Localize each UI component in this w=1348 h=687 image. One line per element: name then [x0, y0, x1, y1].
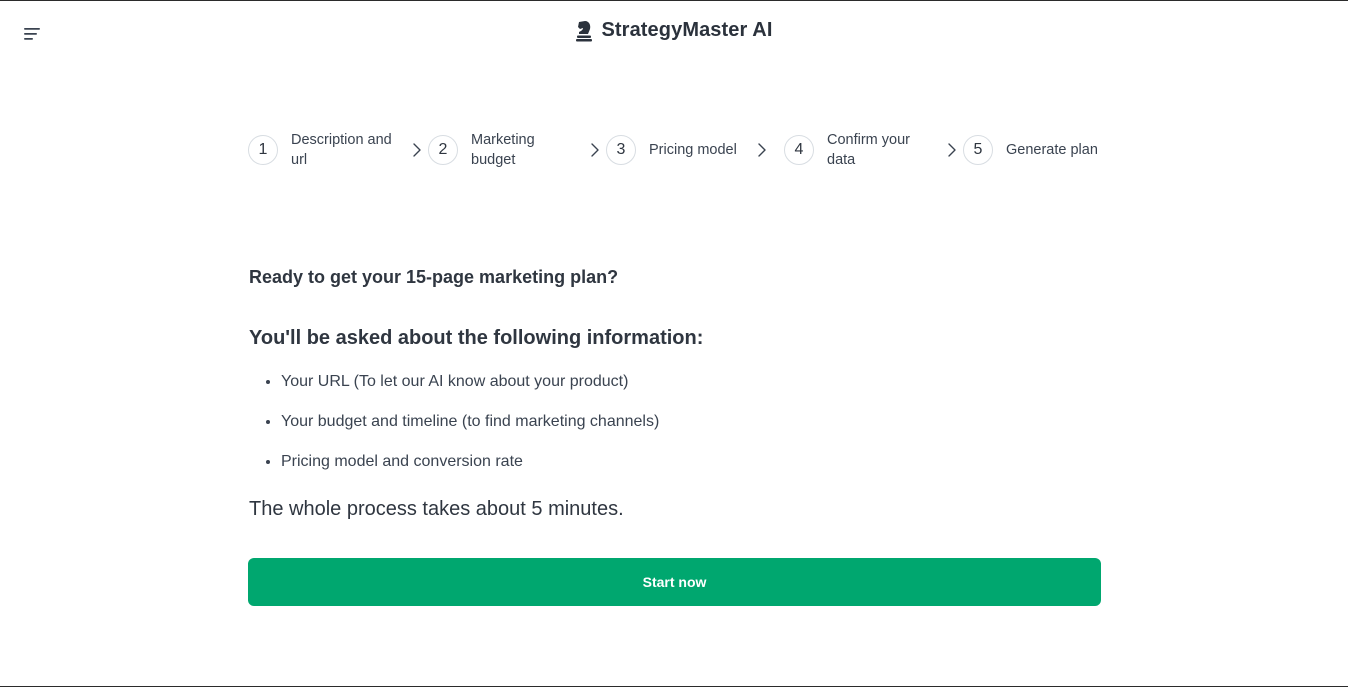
app-frame: StrategyMaster AI 1 Description and url …: [0, 0, 1348, 687]
step-number: 1: [248, 135, 278, 165]
info-subheading: You'll be asked about the following info…: [249, 327, 704, 349]
chevron-right-icon: [758, 143, 766, 157]
step-number: 2: [428, 135, 458, 165]
step-description[interactable]: 1 Description and url: [248, 130, 403, 170]
step-label: Description and url: [291, 132, 392, 168]
chevron-right-icon: [591, 143, 599, 157]
step-generate-plan[interactable]: 5 Generate plan: [963, 135, 1121, 165]
step-label: Pricing model: [649, 142, 737, 158]
list-item: Your budget and timeline (to find market…: [281, 409, 659, 449]
progress-stepper: 1 Description and url 2 Marketing budget…: [248, 129, 1101, 173]
list-item: Pricing model and conversion rate: [281, 449, 659, 489]
ready-heading: Ready to get your 15-page marketing plan…: [249, 267, 619, 287]
info-list: Your URL (To let our AI know about your …: [249, 369, 659, 489]
chevron-right-icon: [948, 143, 956, 157]
brand-name: StrategyMaster AI: [601, 19, 773, 41]
step-label: Marketing budget: [471, 132, 535, 168]
step-number: 3: [606, 135, 636, 165]
chevron-right-icon: [413, 143, 421, 157]
start-now-button[interactable]: Start now: [248, 558, 1101, 606]
step-pricing-model[interactable]: 3 Pricing model: [606, 135, 759, 165]
step-number: 5: [963, 135, 993, 165]
duration-text: The whole process takes about 5 minutes.: [249, 498, 624, 520]
step-confirm-data[interactable]: 4 Confirm your data: [784, 130, 927, 170]
list-item: Your URL (To let our AI know about your …: [281, 369, 659, 409]
chess-knight-icon: [576, 20, 593, 41]
step-number: 4: [784, 135, 814, 165]
step-marketing-budget[interactable]: 2 Marketing budget: [428, 130, 571, 170]
step-label: Generate plan: [1006, 142, 1098, 158]
step-label: Confirm your data: [827, 132, 910, 168]
brand[interactable]: StrategyMaster AI: [0, 19, 1348, 42]
